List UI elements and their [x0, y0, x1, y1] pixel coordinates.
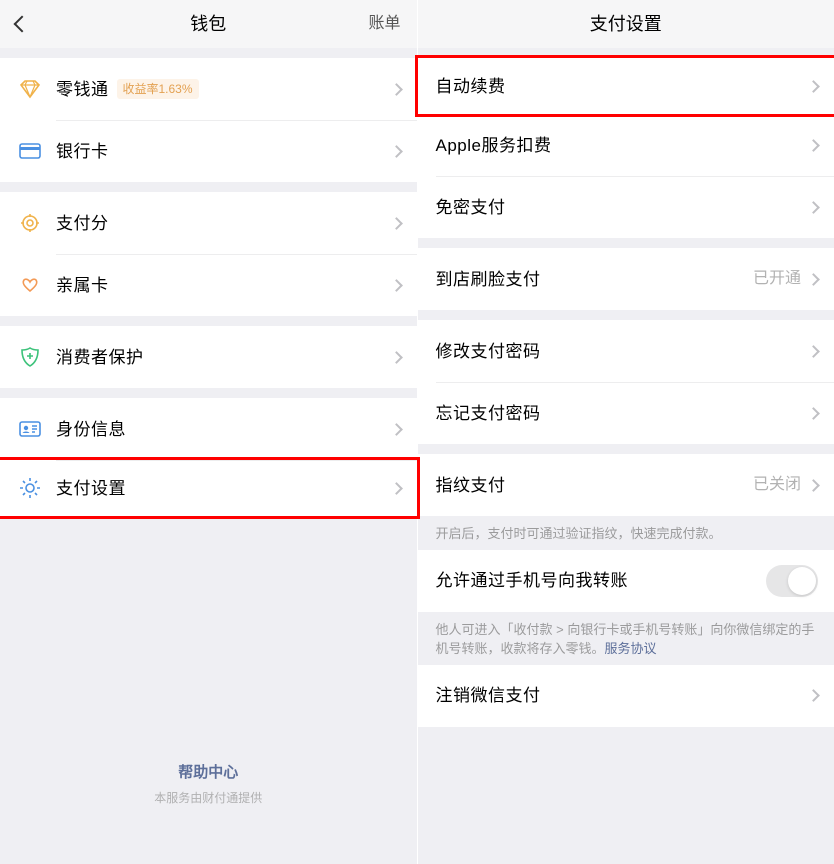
row-apple-services[interactable]: Apple服务扣费	[418, 114, 834, 176]
row-consumer-protection[interactable]: 消费者保护	[0, 326, 417, 388]
chevron-right-icon	[807, 345, 820, 358]
help-center-link[interactable]: 帮助中心	[0, 765, 417, 780]
chevron-right-icon	[390, 83, 403, 96]
cog-circle-icon	[18, 211, 42, 235]
row-bank-card[interactable]: 银行卡	[0, 120, 417, 182]
id-icon	[18, 417, 42, 441]
chevron-right-icon	[390, 145, 403, 158]
row-deregister[interactable]: 注销微信支付	[418, 665, 834, 727]
row-label: Apple服务扣费	[436, 137, 552, 154]
row-balance-plus[interactable]: 零钱通 收益率1.63%	[0, 58, 417, 120]
row-label: 银行卡	[56, 143, 109, 160]
row-label: 支付设置	[56, 480, 126, 497]
fingerprint-note: 开启后，支付时可通过验证指纹，快速完成付款。	[418, 516, 834, 550]
shield-icon	[18, 345, 42, 369]
row-identity[interactable]: 身份信息	[0, 398, 417, 460]
row-label: 指纹支付	[436, 477, 506, 494]
service-agreement-link[interactable]: 服务协议	[605, 641, 657, 656]
footer: 帮助中心 本服务由财付通提供	[0, 765, 417, 864]
row-payment-settings[interactable]: 支付设置	[0, 457, 420, 519]
chevron-right-icon	[390, 423, 403, 436]
row-label: 自动续费	[436, 78, 506, 95]
row-password-free[interactable]: 免密支付	[418, 176, 834, 238]
row-family-card[interactable]: 亲属卡	[0, 254, 417, 316]
row-fingerprint-pay[interactable]: 指纹支付 已关闭	[418, 454, 834, 516]
row-auto-renew[interactable]: 自动续费	[415, 55, 834, 117]
row-label: 零钱通	[56, 81, 109, 98]
row-label: 注销微信支付	[436, 687, 541, 704]
chevron-right-icon	[390, 279, 403, 292]
payment-settings-panel: 支付设置 自动续费 Apple服务扣费 免密支付 到店刷脸支付 已开通 修改支付…	[418, 0, 834, 864]
chevron-right-icon	[807, 201, 820, 214]
toggle-switch[interactable]	[766, 565, 818, 597]
row-label: 到店刷脸支付	[436, 271, 541, 288]
row-phone-transfer[interactable]: 允许通过手机号向我转账	[418, 550, 834, 612]
back-icon[interactable]	[14, 16, 31, 33]
diamond-icon	[18, 77, 42, 101]
row-label: 忘记支付密码	[436, 405, 541, 422]
row-label: 允许通过手机号向我转账	[436, 572, 629, 589]
nav-title: 钱包	[0, 15, 417, 33]
chevron-right-icon	[390, 482, 403, 495]
chevron-right-icon	[807, 479, 820, 492]
wallet-panel: 钱包 账单 零钱通 收益率1.63% 银行卡 支付分	[0, 0, 418, 864]
yield-tag: 收益率1.63%	[117, 79, 199, 99]
nav-bar: 支付设置	[418, 0, 834, 48]
row-change-password[interactable]: 修改支付密码	[418, 320, 834, 382]
chevron-right-icon	[807, 139, 820, 152]
row-label: 支付分	[56, 215, 109, 232]
bills-button[interactable]: 账单	[368, 16, 400, 32]
row-label: 消费者保护	[56, 349, 144, 366]
row-forgot-password[interactable]: 忘记支付密码	[418, 382, 834, 444]
card-icon	[18, 139, 42, 163]
nav-bar: 钱包 账单	[0, 0, 417, 48]
status-value: 已关闭	[753, 477, 801, 493]
phone-transfer-note: 他人可进入「收付款 > 向银行卡或手机号转账」向你微信绑定的手机号转账，收款将存…	[418, 612, 834, 665]
nav-title: 支付设置	[418, 15, 834, 33]
row-label: 免密支付	[436, 199, 506, 216]
row-pay-score[interactable]: 支付分	[0, 192, 417, 254]
chevron-right-icon	[807, 273, 820, 286]
chevron-right-icon	[807, 689, 820, 702]
hearts-icon	[18, 273, 42, 297]
chevron-right-icon	[807, 407, 820, 420]
row-label: 身份信息	[56, 421, 126, 438]
chevron-right-icon	[390, 351, 403, 364]
provider-text: 本服务由财付通提供	[0, 792, 417, 804]
row-label: 亲属卡	[56, 277, 109, 294]
row-face-pay[interactable]: 到店刷脸支付 已开通	[418, 248, 834, 310]
chevron-right-icon	[390, 217, 403, 230]
status-value: 已开通	[753, 271, 801, 287]
chevron-right-icon	[807, 80, 820, 93]
gear-icon	[18, 476, 42, 500]
row-label: 修改支付密码	[436, 343, 541, 360]
